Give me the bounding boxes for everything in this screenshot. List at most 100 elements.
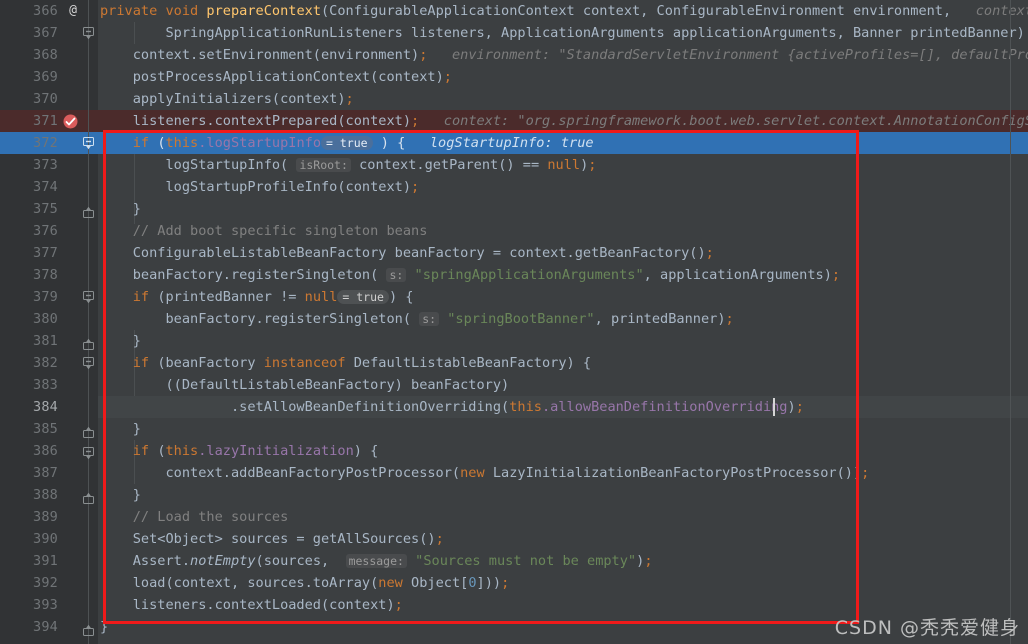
token-text: context.getParent() == xyxy=(359,157,548,173)
code-line[interactable]: ConfigurableListableBeanFactory beanFact… xyxy=(100,242,714,264)
token-keyword: if xyxy=(132,135,150,151)
token-text: ) { xyxy=(388,289,414,305)
token-field: .allowBeanDefinitionOverriding xyxy=(541,399,788,415)
code-line[interactable]: beanFactory.registerSingleton( s: "sprin… xyxy=(100,264,840,286)
code-line[interactable]: listeners.contextPrepared(context); cont… xyxy=(100,110,1028,132)
line-number: 382 xyxy=(33,355,58,371)
code-line[interactable]: beanFactory.registerSingleton( s: "sprin… xyxy=(100,308,733,330)
token-text: , printedBanner) xyxy=(594,311,726,327)
code-line[interactable]: } xyxy=(100,484,141,506)
token-this: this xyxy=(165,443,199,459)
code-line[interactable]: ((DefaultListableBeanFactory) beanFactor… xyxy=(100,374,509,396)
code-line[interactable]: if (printedBanner != null = true) { xyxy=(100,286,414,308)
token-text: postProcessApplicationContext(context) xyxy=(132,69,444,85)
code-line[interactable]: Set<Object> sources = getAllSources(); xyxy=(100,528,444,550)
token-text: ConfigurableListableBeanFactory beanFact… xyxy=(132,245,706,261)
line-number: 380 xyxy=(33,311,58,327)
token-text: ( xyxy=(157,443,166,459)
token-number: 0 xyxy=(468,575,477,591)
token-text: load(context, sources.toArray( xyxy=(132,575,379,591)
fold-end-icon[interactable] xyxy=(82,200,96,222)
fold-end-icon[interactable] xyxy=(82,486,96,508)
text-caret xyxy=(773,398,775,416)
code-line[interactable]: listeners.contextLoaded(context); xyxy=(100,594,403,616)
line-number: 374 xyxy=(33,179,58,195)
line-number: 389 xyxy=(33,509,58,525)
token-text: SpringApplicationRunListeners listeners,… xyxy=(165,25,1028,41)
token-static-method: notEmpty xyxy=(190,553,256,569)
token-null: null xyxy=(547,157,581,173)
code-line[interactable]: } xyxy=(100,616,108,638)
code-line[interactable]: Assert.notEmpty(sources, message: "Sourc… xyxy=(100,550,653,572)
token-text: (printedBanner != xyxy=(157,289,305,305)
token-text: context.addBeanFactoryPostProcessor( xyxy=(165,465,461,481)
fold-collapse-icon[interactable] xyxy=(82,352,96,374)
token-text: beanFactory.registerSingleton( xyxy=(132,267,379,283)
fold-end-icon[interactable] xyxy=(82,332,96,354)
token-text: (sources, xyxy=(255,553,338,569)
token-this: this xyxy=(165,135,199,151)
code-line[interactable]: // Load the sources xyxy=(100,506,289,528)
token-text: , applicationArguments) xyxy=(643,267,832,283)
token-keyword: if xyxy=(132,289,150,305)
fold-collapse-icon[interactable] xyxy=(82,22,96,44)
parameter-hint: s: xyxy=(386,268,407,282)
line-number: 390 xyxy=(33,531,58,547)
token-text: beanFactory.registerSingleton( xyxy=(165,311,412,327)
code-line[interactable]: context.addBeanFactoryPostProcessor(new … xyxy=(100,462,869,484)
fold-collapse-icon[interactable] xyxy=(82,286,96,308)
token-text: (beanFactory xyxy=(157,355,264,371)
line-number: 393 xyxy=(33,597,58,613)
fold-end-icon[interactable] xyxy=(82,618,96,640)
token-text: } xyxy=(100,619,109,635)
token-text: } xyxy=(132,421,141,437)
code-line[interactable]: load(context, sources.toArray(new Object… xyxy=(100,572,510,594)
code-line[interactable]: } xyxy=(100,198,141,220)
token-text: } xyxy=(132,487,141,503)
line-number: 379 xyxy=(33,289,58,305)
parameter-hint: message: xyxy=(345,554,407,568)
breakpoint-icon[interactable] xyxy=(62,113,79,130)
code-line[interactable]: if (beanFactory instanceof DefaultListab… xyxy=(100,352,591,374)
code-line[interactable]: // Add boot specific singleton beans xyxy=(100,220,428,242)
code-line[interactable]: context.setEnvironment(environment); env… xyxy=(100,44,1028,66)
code-line[interactable]: if (this.lazyInitialization) { xyxy=(100,440,379,462)
code-line[interactable]: private void prepareContext(Configurable… xyxy=(100,0,1028,22)
parameter-hint: isRoot: xyxy=(296,158,351,172)
token-string: "springBootBanner" xyxy=(447,311,595,327)
token-text: ((DefaultListableBeanFactory) beanFactor… xyxy=(165,377,510,393)
fold-rail xyxy=(88,0,89,644)
token-text: Set<Object> sources = getAllSources() xyxy=(132,531,436,547)
code-line[interactable]: logStartupInfo( isRoot: context.getParen… xyxy=(100,154,596,176)
token-field: .logStartupInfo xyxy=(198,135,322,151)
line-number: 371 xyxy=(33,113,58,129)
fold-collapse-icon[interactable] xyxy=(82,442,96,464)
line-number: 375 xyxy=(33,201,58,217)
token-new: new xyxy=(460,465,485,481)
token-field: .lazyInitialization xyxy=(198,443,354,459)
fold-collapse-icon[interactable] xyxy=(82,132,96,154)
code-line[interactable]: postProcessApplicationContext(context); xyxy=(100,66,452,88)
parameter-hint: s: xyxy=(419,312,440,326)
code-line[interactable]: SpringApplicationRunListeners listeners,… xyxy=(100,22,1028,44)
code-line[interactable]: logStartupProfileInfo(context); xyxy=(100,176,419,198)
line-number: 377 xyxy=(33,245,58,261)
line-number: 394 xyxy=(33,619,58,635)
token-text: context.setEnvironment(environment) xyxy=(132,47,420,63)
fold-end-icon[interactable] xyxy=(82,420,96,442)
token-text: Object[ xyxy=(402,575,469,591)
code-line[interactable]: } xyxy=(100,330,141,352)
line-number: 367 xyxy=(33,25,58,41)
code-line[interactable]: applyInitializers(context); xyxy=(100,88,354,110)
token-text: ) xyxy=(787,399,796,415)
code-editor-view[interactable]: 366 367 368 369 370 371 372 373 374 375 … xyxy=(0,0,1028,644)
token-comment: // Add boot specific singleton beans xyxy=(132,223,428,239)
watermark: CSDN @秃秃爱健身 xyxy=(834,617,1020,639)
token-method: prepareContext xyxy=(206,3,321,19)
code-line-selected[interactable]: if (this.logStartupInfo = true ) { logSta… xyxy=(100,132,594,154)
code-line[interactable]: } xyxy=(100,418,141,440)
override-method-icon[interactable]: @ xyxy=(66,0,80,22)
token-string: "springApplicationArguments" xyxy=(414,267,644,283)
code-line-caret[interactable]: .setAllowBeanDefinitionOverriding(this.a… xyxy=(100,396,804,418)
line-number: 392 xyxy=(33,575,58,591)
